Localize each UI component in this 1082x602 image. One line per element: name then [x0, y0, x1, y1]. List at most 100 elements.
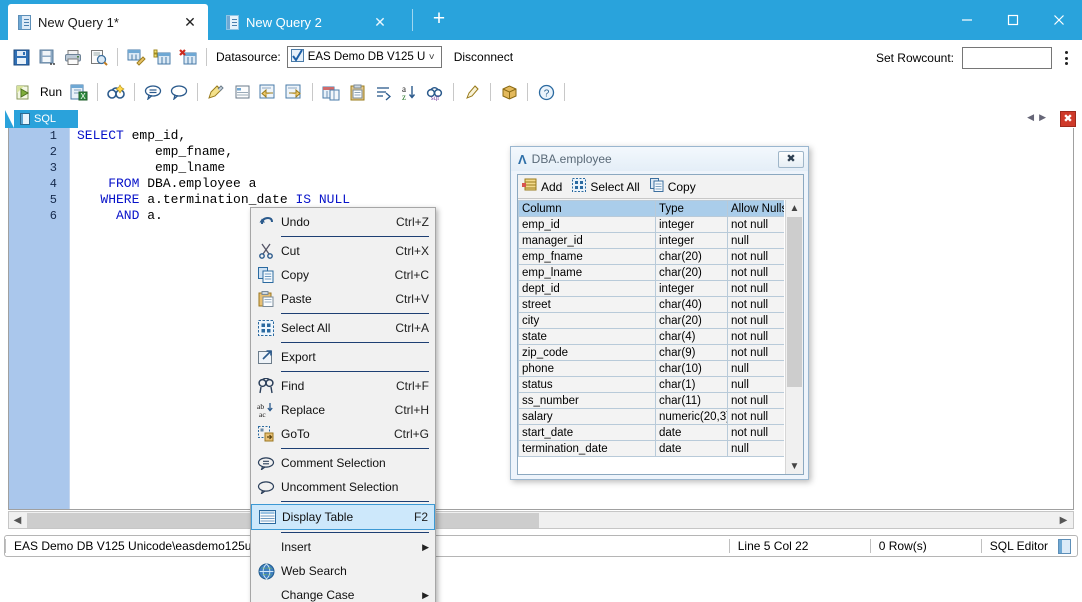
- table-row[interactable]: emp_idintegernot null: [519, 217, 786, 233]
- execute-right-icon[interactable]: [256, 80, 280, 104]
- table-cell[interactable]: not null: [728, 425, 786, 441]
- table-cell[interactable]: char(11): [656, 393, 728, 409]
- remove-datasource-icon[interactable]: [176, 45, 200, 69]
- table-cell[interactable]: termination_date: [519, 441, 656, 457]
- edit-datasource-icon[interactable]: [124, 45, 148, 69]
- menu-item-change-case[interactable]: Change Case▶: [251, 583, 435, 602]
- table-cell[interactable]: not null: [728, 297, 786, 313]
- table-cell[interactable]: state: [519, 329, 656, 345]
- table-cell[interactable]: city: [519, 313, 656, 329]
- sql-tools-icon[interactable]: sql: [423, 80, 447, 104]
- table-cell[interactable]: not null: [728, 265, 786, 281]
- menu-item-copy[interactable]: CopyCtrl+C: [251, 263, 435, 287]
- rowcount-input[interactable]: [962, 47, 1052, 69]
- save-icon[interactable]: [9, 45, 33, 69]
- table-row[interactable]: emp_lnamechar(20)not null: [519, 265, 786, 281]
- table-row[interactable]: streetchar(40)not null: [519, 297, 786, 313]
- table-cell[interactable]: manager_id: [519, 233, 656, 249]
- print-preview-icon[interactable]: [87, 45, 111, 69]
- package-icon[interactable]: [497, 80, 521, 104]
- table-cell[interactable]: not null: [728, 393, 786, 409]
- table-row[interactable]: zip_codechar(9)not null: [519, 345, 786, 361]
- scroll-down-icon[interactable]: ▼: [786, 458, 803, 474]
- minimize-icon[interactable]: [944, 0, 990, 40]
- table-cell[interactable]: not null: [728, 345, 786, 361]
- tab-new-query-2[interactable]: New Query 2 ✕: [216, 4, 398, 40]
- table-cell[interactable]: char(20): [656, 265, 728, 281]
- columns-grid[interactable]: ColumnTypeAllow Nulls emp_idintegernot n…: [518, 200, 785, 474]
- datasource-select[interactable]: EAS Demo DB V125 Unic ˅: [287, 46, 442, 68]
- table-cell[interactable]: date: [656, 425, 728, 441]
- table-structure-dialog[interactable]: Λ DBA.employee ✖ Add Select All: [510, 146, 809, 480]
- vscroll-thumb[interactable]: [787, 217, 802, 387]
- table-cell[interactable]: zip_code: [519, 345, 656, 361]
- copy-button[interactable]: Copy: [650, 178, 696, 195]
- table-cell[interactable]: char(20): [656, 313, 728, 329]
- scroll-up-icon[interactable]: ▲: [786, 200, 803, 216]
- sort-az-icon[interactable]: az: [397, 80, 421, 104]
- maximize-icon[interactable]: [990, 0, 1036, 40]
- table-cell[interactable]: street: [519, 297, 656, 313]
- grid-vscrollbar[interactable]: ▲ ▼: [785, 200, 803, 474]
- table-cell[interactable]: char(20): [656, 249, 728, 265]
- table-cell[interactable]: char(10): [656, 361, 728, 377]
- table-cell[interactable]: not null: [728, 217, 786, 233]
- comment-icon[interactable]: [141, 80, 165, 104]
- table-cell[interactable]: emp_id: [519, 217, 656, 233]
- menu-item-select-all[interactable]: Select AllCtrl+A: [251, 316, 435, 340]
- execute-left-icon[interactable]: [282, 80, 306, 104]
- menu-item-undo[interactable]: UndoCtrl+Z: [251, 210, 435, 234]
- disconnect-button[interactable]: Disconnect: [454, 50, 513, 64]
- export-results-icon[interactable]: X: [67, 80, 91, 104]
- uncomment-icon[interactable]: [167, 80, 191, 104]
- table-cell[interactable]: status: [519, 377, 656, 393]
- print-icon[interactable]: [61, 45, 85, 69]
- menu-item-web-search[interactable]: Web Search: [251, 559, 435, 583]
- editor-hscrollbar[interactable]: ◀ ▶: [8, 511, 1074, 529]
- table-cell[interactable]: null: [728, 377, 786, 393]
- clear-icon[interactable]: [460, 80, 484, 104]
- grid-column-header[interactable]: Allow Nulls: [728, 201, 786, 217]
- menu-item-goto[interactable]: GoToCtrl+G: [251, 422, 435, 446]
- table-cell[interactable]: start_date: [519, 425, 656, 441]
- filter-icon[interactable]: [371, 80, 395, 104]
- select-all-button[interactable]: Select All: [572, 178, 639, 195]
- table-cell[interactable]: null: [728, 361, 786, 377]
- table-cell[interactable]: not null: [728, 249, 786, 265]
- table-cell[interactable]: integer: [656, 217, 728, 233]
- menu-item-uncomment-selection[interactable]: Uncomment Selection: [251, 475, 435, 499]
- results-grid-icon[interactable]: [230, 80, 254, 104]
- table-row[interactable]: manager_idintegernull: [519, 233, 786, 249]
- table-row[interactable]: emp_fnamechar(20)not null: [519, 249, 786, 265]
- table-cell[interactable]: char(4): [656, 329, 728, 345]
- add-datasource-icon[interactable]: [150, 45, 174, 69]
- table-cell[interactable]: char(40): [656, 297, 728, 313]
- table-cell[interactable]: not null: [728, 281, 786, 297]
- table-row[interactable]: dept_idintegernot null: [519, 281, 786, 297]
- table-cell[interactable]: char(1): [656, 377, 728, 393]
- menu-item-find[interactable]: FindCtrl+F: [251, 374, 435, 398]
- scroll-right-icon[interactable]: ▶: [1055, 512, 1072, 528]
- table-cell[interactable]: emp_lname: [519, 265, 656, 281]
- chevron-down-icon[interactable]: ˅: [426, 52, 438, 63]
- nav-prev-icon[interactable]: ◀: [1027, 112, 1034, 123]
- menu-item-insert[interactable]: Insert▶: [251, 535, 435, 559]
- table-row[interactable]: termination_datedatenull: [519, 441, 786, 457]
- kebab-menu-icon[interactable]: [1058, 49, 1074, 67]
- table-cell[interactable]: phone: [519, 361, 656, 377]
- new-tab-button[interactable]: +: [428, 9, 450, 31]
- nav-next-icon[interactable]: ▶: [1039, 112, 1046, 123]
- table-cell[interactable]: null: [728, 233, 786, 249]
- table-row[interactable]: phonechar(10)null: [519, 361, 786, 377]
- table-cell[interactable]: emp_fname: [519, 249, 656, 265]
- table-cell[interactable]: not null: [728, 329, 786, 345]
- table-row[interactable]: salarynumeric(20,3)not null: [519, 409, 786, 425]
- editor-context-menu[interactable]: UndoCtrl+ZCutCtrl+XCopyCtrl+CPasteCtrl+V…: [250, 207, 436, 602]
- table-cell[interactable]: salary: [519, 409, 656, 425]
- run-button[interactable]: Run: [10, 80, 62, 104]
- menu-item-comment-selection[interactable]: Comment Selection: [251, 451, 435, 475]
- menu-item-display-table[interactable]: Display TableF2: [251, 504, 435, 530]
- table-cell[interactable]: dept_id: [519, 281, 656, 297]
- table-cell[interactable]: numeric(20,3): [656, 409, 728, 425]
- help-icon[interactable]: ?: [534, 80, 558, 104]
